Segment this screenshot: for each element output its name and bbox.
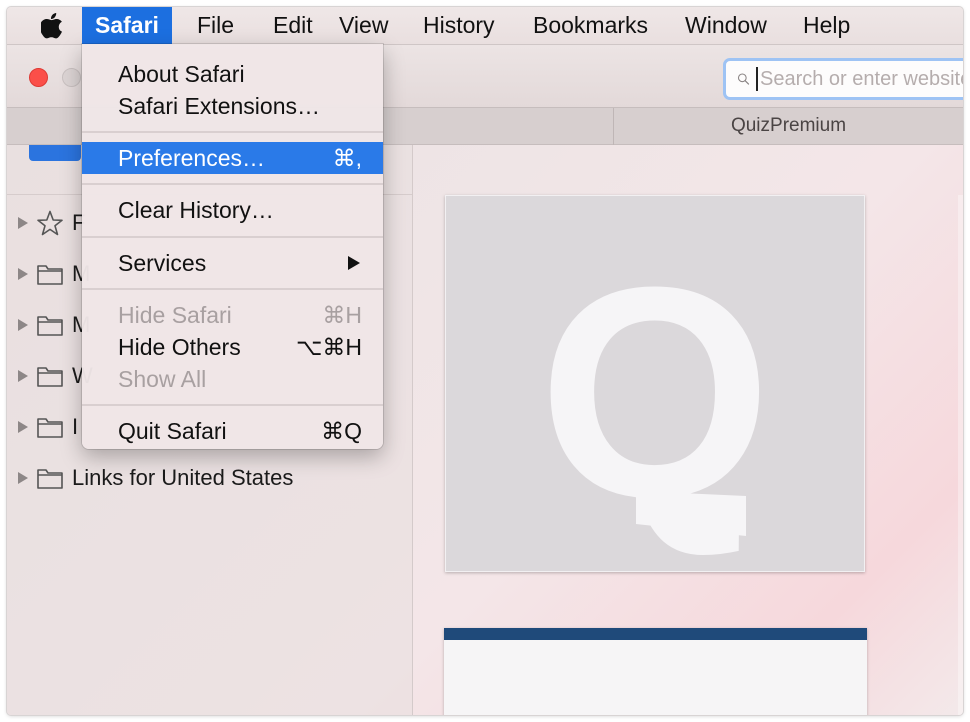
menu-item-label: Hide Safari xyxy=(118,302,232,328)
sidebar-item-folder-2[interactable]: M xyxy=(7,305,90,345)
menu-item-services[interactable]: Services xyxy=(82,247,383,279)
quiz-logo: Q xyxy=(538,224,771,560)
menu-item-label: Hide Others xyxy=(118,334,241,360)
menu-item-label: About Safari xyxy=(118,61,245,87)
disclosure-triangle-icon[interactable] xyxy=(16,267,30,281)
menu-item-shortcut: ⌘Q xyxy=(321,418,362,444)
sidebar-item-folder-4[interactable]: I xyxy=(7,407,78,447)
menu-separator xyxy=(82,236,383,238)
folder-icon xyxy=(37,469,63,489)
search-input[interactable] xyxy=(756,67,963,91)
apple-logo-icon xyxy=(41,12,62,38)
disclosure-triangle-icon[interactable] xyxy=(16,420,30,434)
disclosure-triangle-icon[interactable] xyxy=(16,318,30,332)
menu-item-label: Quit Safari xyxy=(118,418,227,444)
menu-item-about-safari[interactable]: About Safari xyxy=(82,58,383,90)
menu-bookmarks[interactable]: Bookmarks xyxy=(520,7,661,44)
top-site-tile-quizpremium[interactable]: Q xyxy=(445,195,865,572)
tab-quizpremium[interactable]: QuizPremium xyxy=(614,108,963,144)
menu-file[interactable]: File xyxy=(184,7,247,44)
menu-separator xyxy=(82,404,383,406)
menu-item-label: Clear History… xyxy=(118,197,274,223)
sidebar-item-favorites[interactable]: F xyxy=(7,203,85,243)
close-window-button[interactable] xyxy=(29,68,48,87)
screenshot-frame: Safari File Edit View History Bookmarks … xyxy=(7,7,963,715)
folder-icon xyxy=(37,367,63,387)
menu-bar: Safari File Edit View History Bookmarks … xyxy=(7,7,963,45)
menu-item-clear-history[interactable]: Clear History… xyxy=(82,194,383,226)
menu-item-shortcut: ⌘H xyxy=(322,302,362,328)
menu-item-preferences[interactable]: Preferences… ⌘, xyxy=(82,142,383,174)
menu-history[interactable]: History xyxy=(410,7,508,44)
address-search-field[interactable] xyxy=(723,58,963,100)
sidebar-item-label: Links for United States xyxy=(72,465,294,490)
folder-icon xyxy=(37,316,63,336)
folder-icon xyxy=(37,418,63,438)
menu-item-hide-others[interactable]: Hide Others ⌥⌘H xyxy=(82,331,383,363)
menu-item-label: Services xyxy=(118,250,207,276)
disclosure-triangle-icon[interactable] xyxy=(16,369,30,383)
star-icon xyxy=(37,210,63,236)
menu-item-hide-safari[interactable]: Hide Safari ⌘H xyxy=(82,299,383,331)
menu-separator xyxy=(82,131,383,133)
sidebar-item-links-for-united-states[interactable]: Links for United States xyxy=(7,458,293,498)
menu-help[interactable]: Help xyxy=(790,7,863,44)
menu-item-quit-safari[interactable]: Quit Safari ⌘Q xyxy=(82,415,383,447)
menu-edit[interactable]: Edit xyxy=(260,7,326,44)
disclosure-triangle-icon[interactable] xyxy=(16,471,30,485)
disclosure-triangle-icon[interactable] xyxy=(16,216,30,230)
menu-safari[interactable]: Safari xyxy=(82,7,172,44)
menu-view[interactable]: View xyxy=(326,7,401,44)
menu-separator xyxy=(82,183,383,185)
sidebar-item-label: I xyxy=(72,414,79,439)
sidebar-segment-button[interactable] xyxy=(29,145,81,161)
top-site-tile[interactable] xyxy=(444,628,867,715)
menu-item-label: Safari Extensions… xyxy=(118,93,320,119)
menu-item-label: Preferences… xyxy=(118,145,266,171)
folder-icon xyxy=(37,265,63,285)
menu-separator xyxy=(82,288,383,290)
apple-menu[interactable] xyxy=(31,7,73,44)
safari-menu-dropdown: About Safari Safari Extensions… Preferen… xyxy=(82,44,383,449)
sidebar-item-folder-1[interactable]: M xyxy=(7,254,90,294)
sidebar-item-folder-3[interactable]: W xyxy=(7,356,93,396)
submenu-arrow-icon xyxy=(348,256,360,270)
menu-window[interactable]: Window xyxy=(672,7,780,44)
menu-item-shortcut: ⌥⌘H xyxy=(295,334,362,360)
menu-item-safari-extensions[interactable]: Safari Extensions… xyxy=(82,90,383,122)
next-tile-edge xyxy=(958,195,963,715)
menu-item-show-all[interactable]: Show All xyxy=(82,363,383,395)
search-icon xyxy=(737,73,750,85)
menu-item-label: Show All xyxy=(118,366,207,392)
menu-item-shortcut: ⌘, xyxy=(332,145,362,171)
minimize-window-button[interactable] xyxy=(62,68,81,87)
